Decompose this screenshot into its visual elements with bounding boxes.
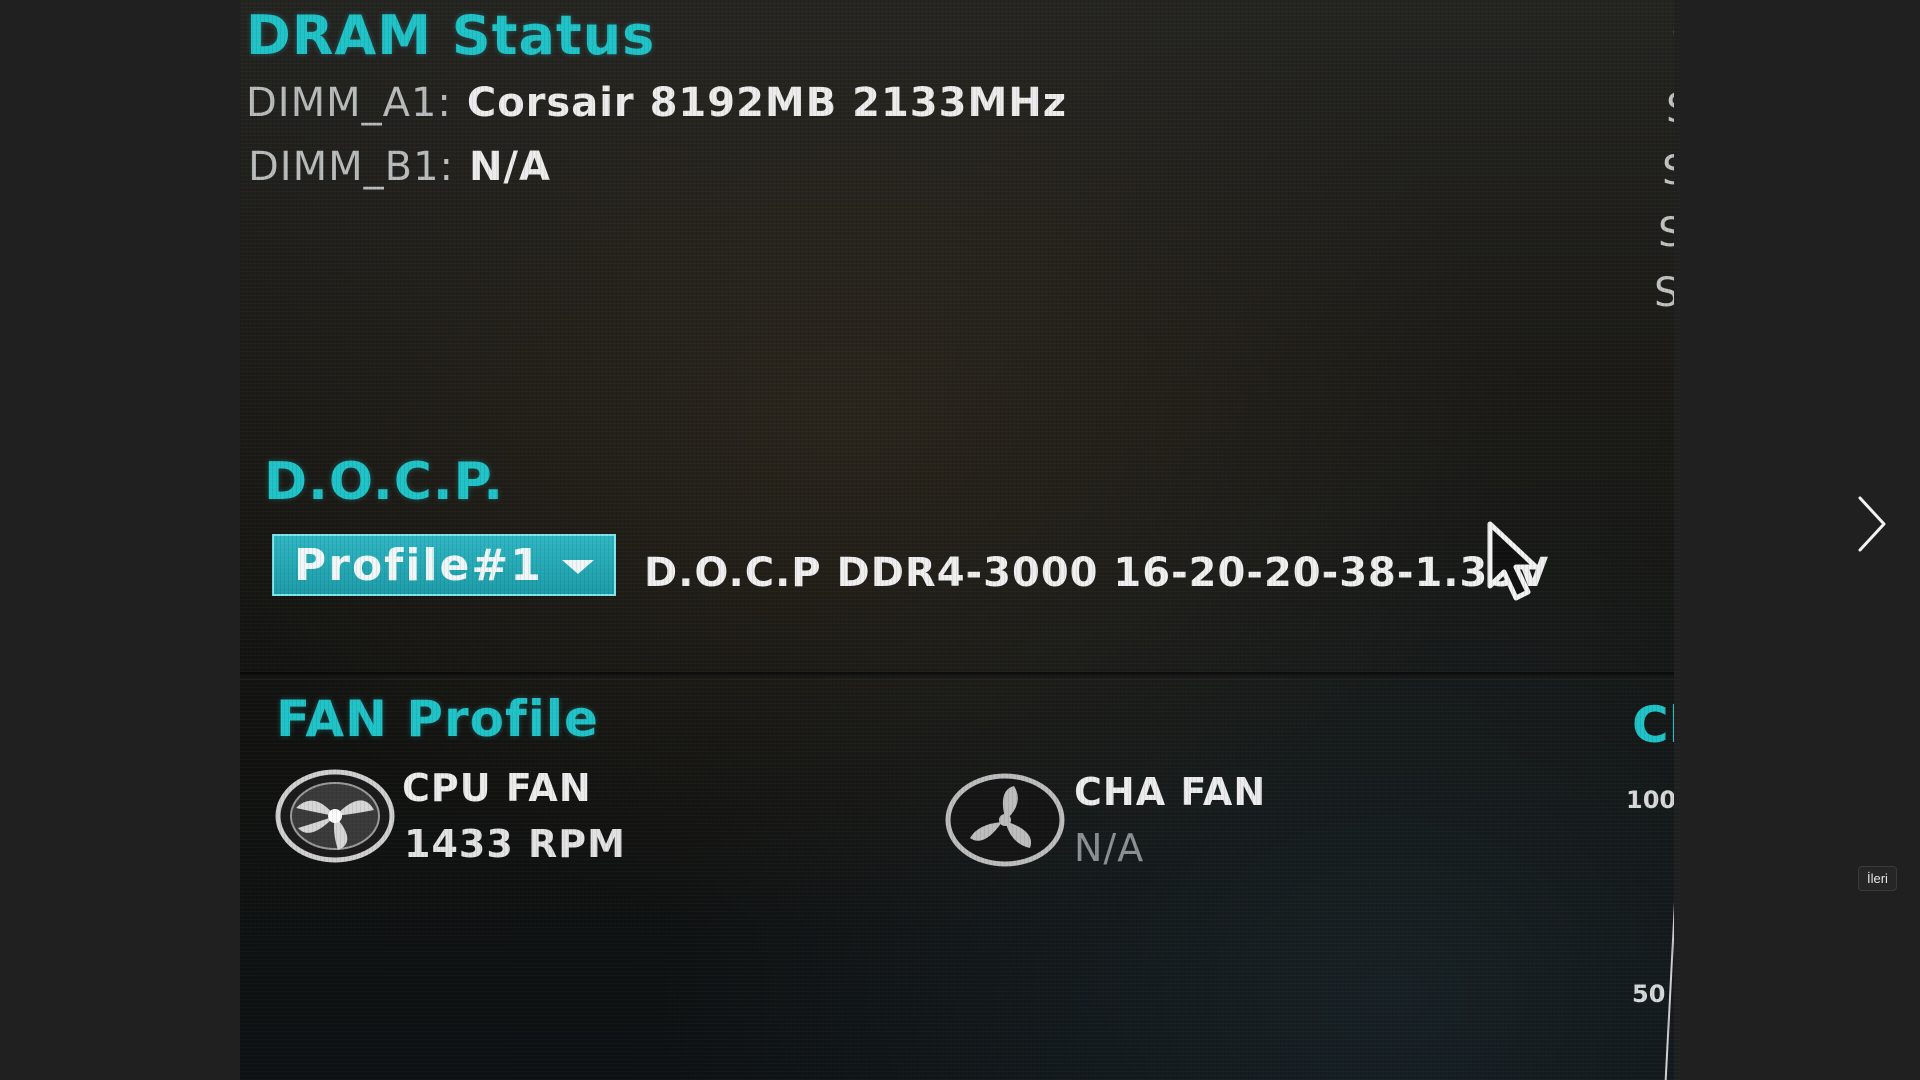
fan-profile-title: FAN Profile	[276, 690, 599, 748]
cha-fan-label: CHA FAN	[1074, 770, 1267, 814]
mouse-cursor-icon	[1487, 521, 1539, 601]
docp-title: D.O.C.P.	[264, 452, 504, 512]
chevron-down-icon	[562, 560, 594, 574]
fan-icon	[945, 773, 1065, 867]
dimm-a1-value: Corsair 8192MB 2133MHz	[466, 80, 1068, 126]
section-divider	[240, 672, 1680, 680]
cutoff-chart-heading: Cl	[1632, 696, 1680, 754]
photo-edge	[1674, 0, 1680, 1080]
image-viewer: DRAM Status DIMM_A1: Corsair 8192MB 2133…	[0, 0, 1920, 1080]
dimm-b1-value: N/A	[468, 144, 551, 190]
chevron-right-icon[interactable]	[1850, 490, 1894, 558]
cpu-fan-label: CPU FAN	[402, 766, 592, 810]
chart-tick-label: 50	[1632, 980, 1666, 1008]
dimm-a1-label: DIMM_A1:	[246, 80, 452, 126]
chart-tick-label: 100	[1626, 786, 1677, 814]
dimm-b1-label: DIMM_B1:	[248, 144, 454, 190]
docp-profile-value: Profile#1	[294, 539, 543, 591]
next-tooltip: İleri	[1858, 866, 1897, 891]
cpu-fan-rpm: 1433 RPM	[404, 822, 626, 866]
docp-profile-dropdown[interactable]: Profile#1	[272, 534, 616, 596]
dimm-a1-row: DIMM_A1: Corsair 8192MB 2133MHz	[246, 80, 1067, 126]
dimm-b1-row: DIMM_B1: N/A	[248, 144, 551, 190]
bios-photo: DRAM Status DIMM_A1: Corsair 8192MB 2133…	[240, 0, 1680, 1080]
cha-fan-reading: N/A	[1074, 826, 1145, 870]
dram-status-title: DRAM Status	[246, 4, 656, 67]
docp-description: D.O.C.P DDR4-3000 16-20-20-38-1.35V	[644, 550, 1550, 596]
fan-icon	[275, 769, 395, 863]
